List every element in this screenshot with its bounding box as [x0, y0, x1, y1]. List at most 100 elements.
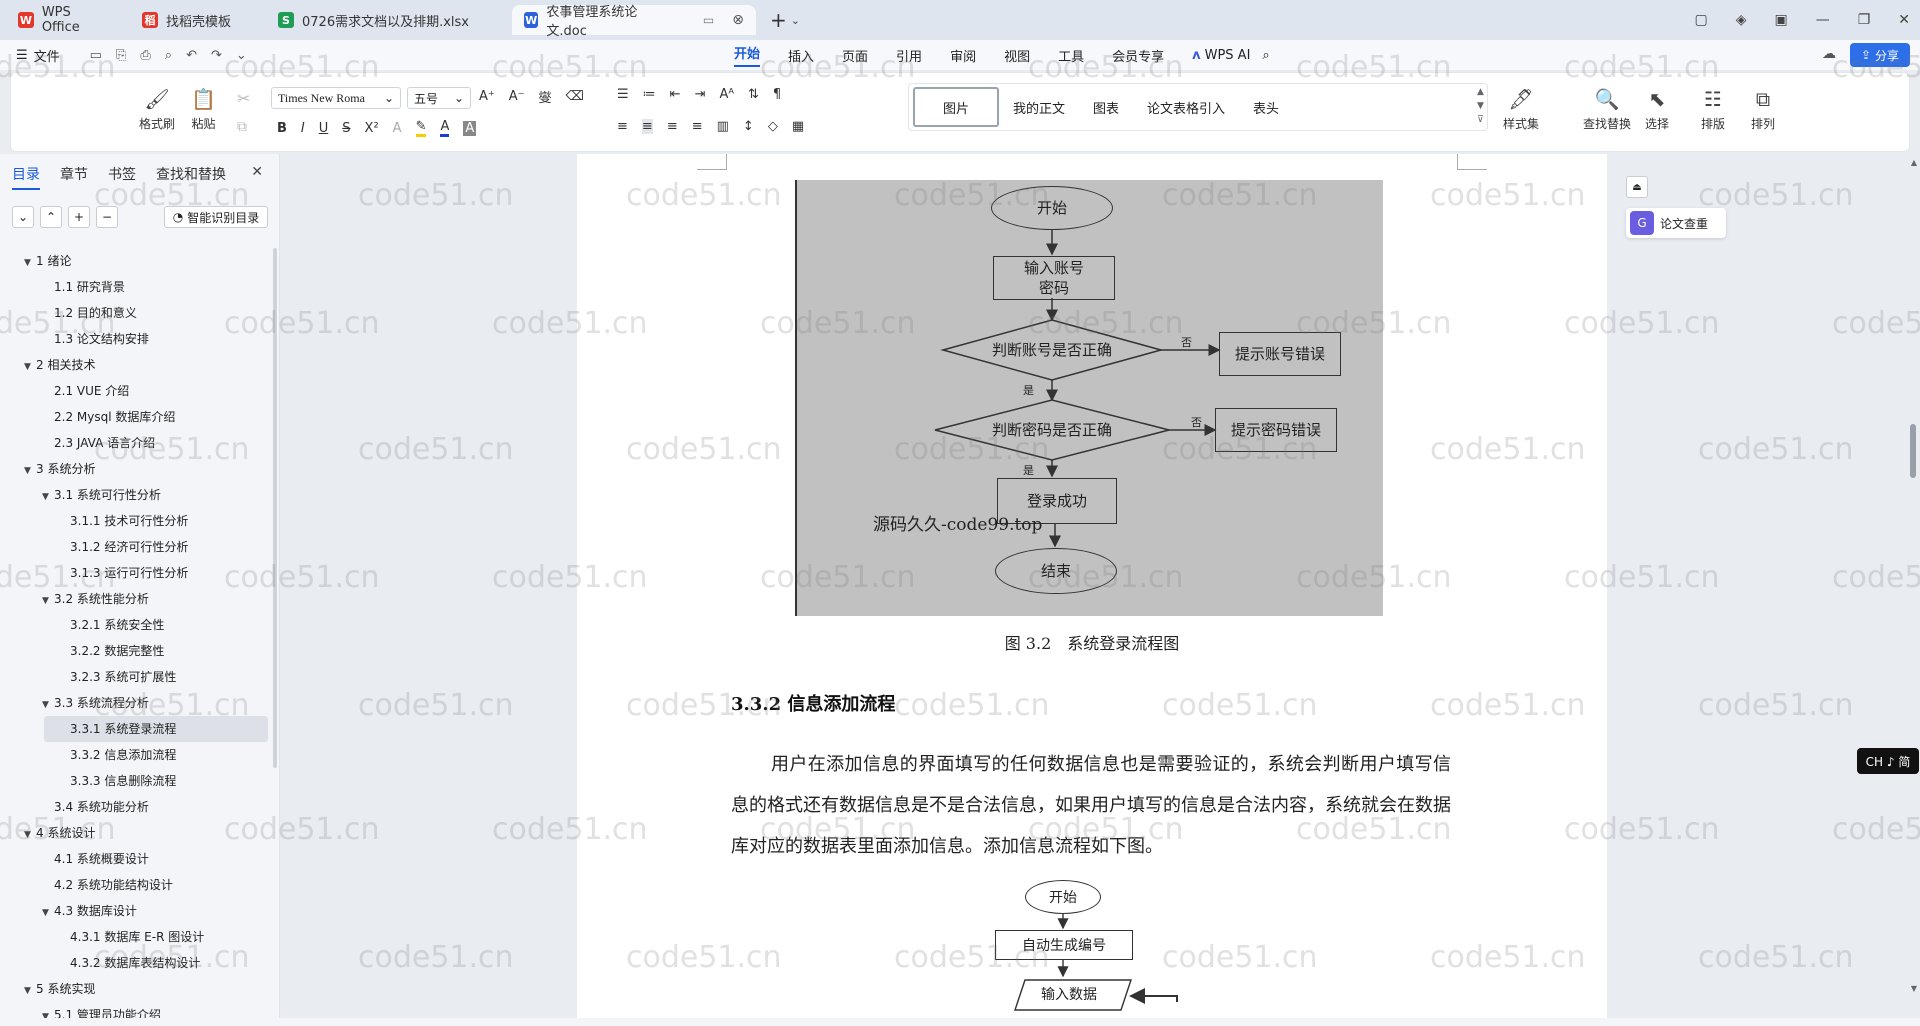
paper-check-button[interactable]: G 论文查重	[1626, 208, 1726, 238]
border-icon[interactable]: ▦	[792, 119, 804, 134]
style-item[interactable]: 我的正文	[999, 87, 1079, 127]
italic-icon[interactable]: I	[301, 121, 305, 136]
toc-item[interactable]: 2.3 JAVA 语言介绍	[0, 430, 272, 456]
expand-caret-icon[interactable]: ▼	[24, 822, 36, 848]
show-marks-icon[interactable]: ¶	[773, 87, 781, 102]
print-preview-icon[interactable]: ⌕	[165, 48, 172, 63]
expand-caret-icon[interactable]: ▼	[42, 588, 54, 614]
smart-toc-button[interactable]: ◔ 智能识别目录	[164, 206, 268, 228]
toc-item[interactable]: 3.3.2 信息添加流程	[0, 742, 272, 768]
style-item[interactable]: 论文表格引入	[1133, 87, 1239, 127]
login-flowchart[interactable]: 开始 输入账号 密码 判断账号是否正确 否 提示账号错误 是 判断密码是否正确 …	[795, 180, 1383, 616]
print-icon[interactable]: ⎙	[140, 48, 150, 63]
arrange-button[interactable]: ⧉ 排列	[1751, 87, 1775, 132]
wps-ai-button[interactable]: ᴧ WPS AI	[1192, 48, 1250, 63]
toc-item[interactable]: 4.2 系统功能结构设计	[0, 872, 272, 898]
toc-item[interactable]: 3.1.2 经济可行性分析	[0, 534, 272, 560]
strikethrough-icon[interactable]: S̶	[342, 121, 350, 136]
toc-item[interactable]: 1.3 论文结构安排	[0, 326, 272, 352]
toc-item[interactable]: ▼ 3.3 系统流程分析	[0, 690, 272, 716]
format-painter-button[interactable]: 🖌 格式刷	[139, 87, 175, 132]
expand-caret-icon[interactable]: ▼	[24, 458, 36, 484]
toc-item[interactable]: 4.3.1 数据库 E-R 图设计	[0, 924, 272, 950]
avatar[interactable]: ▣	[1774, 12, 1787, 28]
toc-item[interactable]: 1.1 研究背景	[0, 274, 272, 300]
screen-icon[interactable]: ▭	[703, 13, 714, 27]
toc-item[interactable]: 1.2 目的和意义	[0, 300, 272, 326]
ribbon-tab-3[interactable]: 页面	[842, 46, 868, 65]
layout-icon[interactable]: ▢	[1694, 12, 1707, 28]
scroll-up-icon[interactable]: ▲	[1911, 158, 1917, 167]
expand-caret-icon[interactable]: ▼	[42, 484, 54, 510]
tab-1[interactable]: W WPS Office	[6, 5, 124, 35]
distributed-icon[interactable]: ▥	[717, 119, 729, 134]
justify-icon[interactable]: ≡	[692, 119, 703, 134]
ribbon-tab-8[interactable]: 会员专享	[1112, 46, 1164, 65]
toc-item[interactable]: 3.2.1 系统安全性	[0, 612, 272, 638]
outdent-icon[interactable]: ⇤	[670, 87, 681, 102]
highlight-icon[interactable]: ✎	[415, 119, 427, 137]
layout-button[interactable]: ☷ 排版	[1701, 87, 1725, 132]
toc-item[interactable]: ▼ 1 绪论	[0, 248, 272, 274]
toc-item[interactable]: 4.3.2 数据库表结构设计	[0, 950, 272, 976]
close-pane-icon[interactable]: ✕	[251, 164, 263, 180]
font-size-select[interactable]: 五号 ⌄	[407, 87, 471, 109]
toc-item[interactable]: 4.1 系统概要设计	[0, 846, 272, 872]
style-item[interactable]: 图片	[913, 87, 999, 127]
text-direction-icon[interactable]: Aᴬ	[719, 87, 734, 102]
cube-icon[interactable]: ◈	[1736, 12, 1747, 28]
style-gallery-scroll[interactable]: ▲ ▼ ⊽	[1477, 85, 1484, 127]
paste-button[interactable]: 📋 粘贴	[191, 87, 216, 132]
ribbon-tab-2[interactable]: 插入	[788, 46, 814, 65]
toc-item[interactable]: 3.2.2 数据完整性	[0, 638, 272, 664]
collapse-all-icon[interactable]: ⌃	[40, 206, 62, 228]
share-button[interactable]: ⇪ 分享	[1850, 43, 1910, 67]
align-left-icon[interactable]: ≡	[617, 119, 628, 134]
close-tab-icon[interactable]: ⊗	[732, 12, 744, 28]
expand-caret-icon[interactable]: ▼	[42, 692, 54, 718]
save-icon[interactable]: ▭	[90, 48, 102, 63]
select-button[interactable]: ⬉ 选择	[1645, 87, 1669, 132]
scroll-down-icon[interactable]: ▼	[1911, 984, 1917, 993]
font-color-icon[interactable]: A	[440, 119, 450, 137]
cloud-status-icon[interactable]: ☁	[1822, 46, 1836, 62]
nav-tab-4[interactable]: 查找和替换	[156, 164, 226, 190]
toc-item[interactable]: 3.4 系统功能分析	[0, 794, 272, 820]
align-right-icon[interactable]: ≡	[667, 119, 678, 134]
toc-item[interactable]: ▼ 4.3 数据库设计	[0, 898, 272, 924]
toc-item[interactable]: ▼ 4 系统设计	[0, 820, 272, 846]
style-set-button[interactable]: 🖋 样式集	[1503, 87, 1539, 132]
undo-icon[interactable]: ↶	[186, 48, 197, 63]
bold-icon[interactable]: B	[277, 121, 287, 136]
tab-list-dropdown-icon[interactable]: ⌄	[791, 14, 800, 27]
expand-caret-icon[interactable]: ▼	[42, 900, 54, 926]
copy-icon[interactable]: ⧉	[237, 119, 247, 135]
redo-icon[interactable]: ↷	[211, 48, 222, 63]
toc-item[interactable]: 3.3.1 系统登录流程	[44, 716, 268, 742]
text-effect-icon[interactable]: A	[393, 121, 402, 136]
shrink-font-icon[interactable]: A⁻	[509, 89, 525, 104]
expand-all-icon[interactable]: ⌄	[12, 206, 34, 228]
toc-item[interactable]: ▼ 2 相关技术	[0, 352, 272, 378]
ribbon-tab-1[interactable]: 开始	[734, 43, 761, 67]
ribbon-tab-5[interactable]: 审阅	[950, 46, 976, 65]
toc-item[interactable]: ▼ 3.1 系统可行性分析	[0, 482, 272, 508]
file-menu[interactable]: ☰ 文件	[16, 46, 60, 65]
nav-tab-2[interactable]: 章节	[60, 164, 88, 190]
ribbon-tab-4[interactable]: 引用	[896, 46, 922, 65]
restore-button[interactable]: ❐	[1858, 12, 1871, 28]
toc-item[interactable]: 3.3.3 信息删除流程	[0, 768, 272, 794]
toc-item[interactable]: ▼ 3.2 系统性能分析	[0, 586, 272, 612]
add-heading-icon[interactable]: +	[68, 206, 90, 228]
numbered-list-icon[interactable]: ≔	[643, 87, 656, 102]
expand-caret-icon[interactable]: ▼	[24, 978, 36, 1004]
expand-caret-icon[interactable]: ▼	[24, 250, 36, 276]
remove-heading-icon[interactable]: −	[96, 206, 118, 228]
tab-3[interactable]: S 0726需求文档以及排期.xlsx	[266, 5, 506, 35]
minimize-button[interactable]: —	[1816, 12, 1830, 28]
toc-item[interactable]: ▼ 5 系统实现	[0, 976, 272, 1002]
ime-indicator[interactable]: CH ♪ 简	[1857, 748, 1919, 774]
toc-item[interactable]: 2.2 Mysql 数据库介绍	[0, 404, 272, 430]
ribbon-tab-6[interactable]: 视图	[1004, 46, 1030, 65]
ribbon-tab-7[interactable]: 工具	[1058, 46, 1084, 65]
